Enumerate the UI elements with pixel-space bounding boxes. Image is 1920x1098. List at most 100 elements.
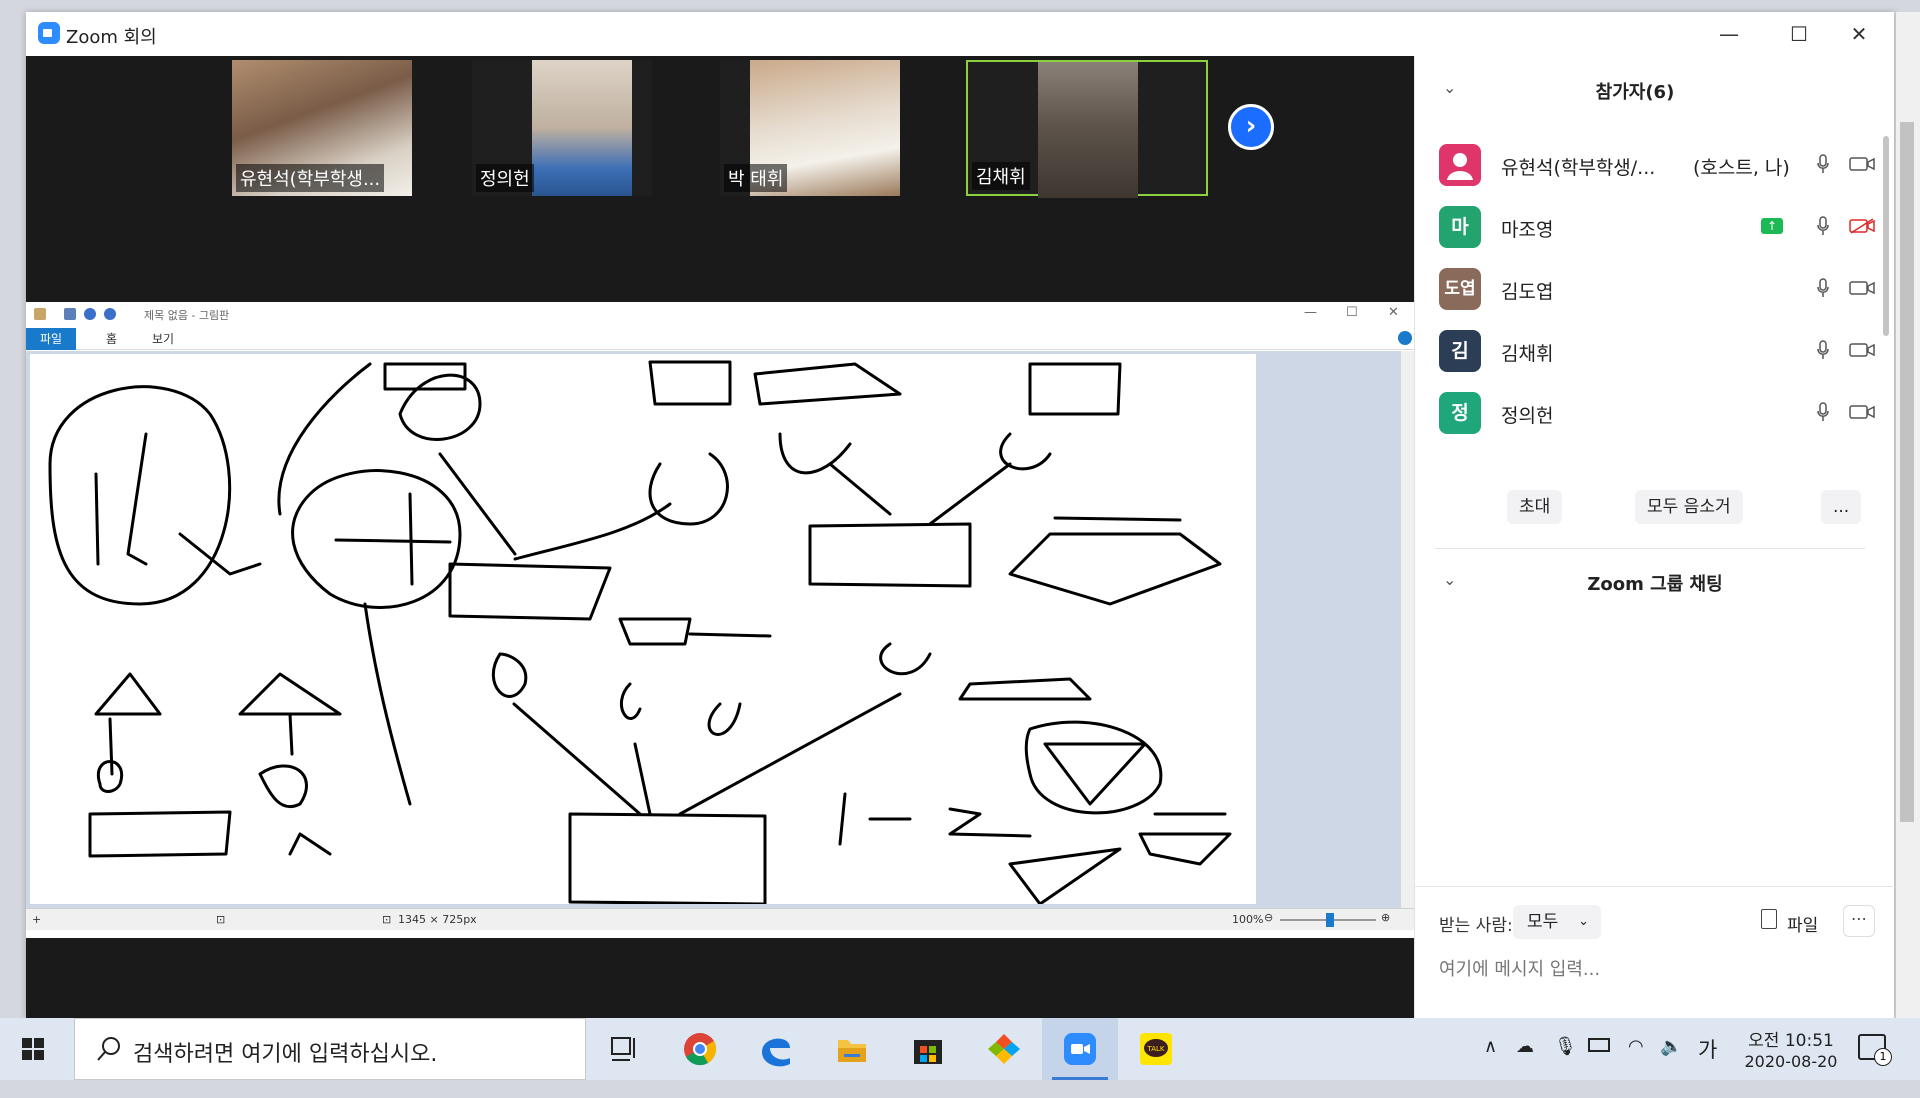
video-off-icon[interactable] bbox=[1849, 218, 1875, 234]
sketch-stroke bbox=[1043, 742, 1147, 806]
taskbar-store[interactable] bbox=[890, 1018, 966, 1080]
window-scrollbar[interactable] bbox=[1896, 12, 1920, 1018]
participant-name: 김도엽 bbox=[1501, 281, 1554, 303]
zoom-slider-thumb[interactable] bbox=[1326, 913, 1334, 927]
participants-scrollbar[interactable] bbox=[1881, 126, 1891, 396]
video-camera-icon[interactable] bbox=[1849, 280, 1875, 296]
paint-canvas[interactable] bbox=[30, 354, 1256, 904]
ime-indicator[interactable]: 가 bbox=[1698, 1034, 1717, 1096]
paint-tab-home[interactable]: 홈 bbox=[92, 328, 131, 350]
taskbar-search-box[interactable]: 검색하려면 여기에 입력하십시오. bbox=[74, 1018, 586, 1080]
participant-role: (호스트, 나) bbox=[1693, 157, 1790, 179]
zoom-logo-icon bbox=[38, 22, 60, 44]
paint-vertical-scrollbar[interactable] bbox=[1401, 351, 1414, 908]
video-tile[interactable]: 정의헌 bbox=[472, 60, 652, 196]
paint-tab-file[interactable]: 파일 bbox=[26, 328, 77, 350]
task-view-icon bbox=[611, 1037, 635, 1061]
show-hidden-icons[interactable]: ∧ bbox=[1484, 1036, 1497, 1098]
invite-button[interactable]: 초대 bbox=[1507, 490, 1563, 524]
clock-date[interactable]: 2020-08-20 bbox=[1736, 1052, 1846, 1071]
video-tile-active-speaker[interactable]: 김채휘 bbox=[966, 60, 1208, 198]
avatar: 마 bbox=[1439, 206, 1481, 248]
microphone-tray-icon[interactable]: 🎙 bbox=[1554, 1036, 1577, 1098]
chat-header: Zoom 그룹 채팅 bbox=[1587, 574, 1723, 595]
minimize-button[interactable]: — bbox=[1694, 12, 1764, 56]
taskbar-edge[interactable] bbox=[738, 1018, 814, 1080]
sketch-stroke bbox=[828, 462, 892, 516]
notification-center-icon[interactable]: 1 bbox=[1858, 1034, 1892, 1066]
scrollbar-thumb[interactable] bbox=[1883, 136, 1889, 336]
taskbar-kakaotalk[interactable]: TALK bbox=[1118, 1018, 1194, 1080]
zoom-out-icon[interactable]: ⊖ bbox=[1264, 911, 1273, 924]
divider bbox=[1435, 548, 1865, 549]
file-button-label[interactable]: 파일 bbox=[1787, 911, 1818, 936]
microphone-icon[interactable] bbox=[1817, 402, 1829, 422]
wifi-icon[interactable]: ◠ bbox=[1628, 1036, 1644, 1098]
sketch-stroke bbox=[512, 702, 642, 816]
video-camera-icon[interactable] bbox=[1849, 156, 1875, 172]
microphone-icon[interactable] bbox=[1817, 278, 1829, 298]
chat-more-button[interactable]: ⋯ bbox=[1843, 905, 1875, 937]
video-camera-icon[interactable] bbox=[1849, 342, 1875, 358]
participant-name: 정의헌 bbox=[1501, 405, 1554, 427]
save-icon[interactable] bbox=[64, 308, 76, 320]
microphone-icon[interactable] bbox=[1817, 154, 1829, 174]
sketch-stroke bbox=[958, 677, 1092, 701]
participant-row[interactable]: 유현석(학부학생/... (호스트, 나) bbox=[1439, 140, 1875, 190]
clock-time[interactable]: 오전 10:51 bbox=[1736, 1026, 1846, 1051]
participant-row[interactable]: 정 정의헌 bbox=[1439, 388, 1875, 438]
microphone-icon[interactable] bbox=[1817, 340, 1829, 360]
more-options-button[interactable]: ... bbox=[1821, 490, 1862, 524]
sketch-stroke bbox=[648, 360, 732, 406]
svg-text:TALK: TALK bbox=[1146, 1045, 1164, 1053]
chat-message-input[interactable] bbox=[1439, 949, 1859, 989]
sketch-stroke bbox=[96, 717, 124, 793]
participant-row[interactable]: 마 마조영 ↑ bbox=[1439, 202, 1875, 252]
search-icon bbox=[97, 1037, 120, 1061]
redo-icon[interactable] bbox=[104, 308, 116, 320]
window-title: Zoom 회의 bbox=[66, 27, 157, 48]
battery-icon[interactable] bbox=[1588, 1038, 1610, 1052]
zoom-in-icon[interactable]: ⊕ bbox=[1381, 911, 1390, 924]
notification-count: 1 bbox=[1874, 1048, 1892, 1066]
paint-close-icon[interactable]: ✕ bbox=[1388, 305, 1399, 320]
next-page-button[interactable]: › bbox=[1228, 104, 1274, 150]
video-tile[interactable]: 유현석(학부학생... bbox=[232, 60, 412, 196]
paint-help-icon[interactable] bbox=[1398, 331, 1412, 345]
sketch-stroke bbox=[753, 362, 902, 406]
sketch-stroke bbox=[448, 562, 612, 621]
chevron-down-icon: ⌄ bbox=[1578, 914, 1589, 929]
shared-screen: 제목 없음 - 그림판 — ☐ ✕ 파일 홈 보기 + ⊡ ⊡ 1345 × 7… bbox=[26, 302, 1414, 938]
mute-all-button[interactable]: 모두 음소거 bbox=[1635, 490, 1743, 524]
chat-compose-area: 받는 사람: 모두 ⌄ 파일 ⋯ bbox=[1415, 886, 1895, 1018]
paint-maximize-icon[interactable]: ☐ bbox=[1346, 305, 1358, 320]
volume-icon[interactable]: 🔈 bbox=[1660, 1036, 1682, 1098]
windows-logo-icon bbox=[22, 1038, 44, 1060]
start-button[interactable] bbox=[0, 1018, 68, 1080]
taskbar-app[interactable] bbox=[966, 1018, 1042, 1080]
edge-icon bbox=[762, 1038, 790, 1067]
sketch-stroke bbox=[288, 712, 294, 756]
participant-row[interactable]: 김 김채휘 bbox=[1439, 326, 1875, 376]
paint-ribbon-tabs: 파일 홈 보기 bbox=[26, 328, 1414, 350]
folder-icon bbox=[838, 1040, 866, 1062]
taskbar-zoom[interactable] bbox=[1042, 1018, 1118, 1080]
avatar: 도엽 bbox=[1439, 268, 1481, 310]
close-button[interactable]: ✕ bbox=[1824, 12, 1894, 56]
participant-row[interactable]: 도엽 김도엽 bbox=[1439, 264, 1875, 314]
canvas-size-label: 1345 × 725px bbox=[398, 913, 477, 926]
scrollbar-thumb[interactable] bbox=[1900, 122, 1914, 822]
recipient-dropdown[interactable]: 모두 ⌄ bbox=[1513, 905, 1601, 939]
undo-icon[interactable] bbox=[84, 308, 96, 320]
video-tile[interactable]: 박 태휘 bbox=[720, 60, 900, 196]
microphone-icon[interactable] bbox=[1817, 216, 1829, 236]
file-icon[interactable] bbox=[1761, 909, 1777, 929]
taskbar-file-explorer[interactable] bbox=[814, 1018, 890, 1080]
taskbar-chrome[interactable] bbox=[662, 1018, 738, 1080]
paint-minimize-icon[interactable]: — bbox=[1304, 305, 1317, 320]
paint-tab-view[interactable]: 보기 bbox=[138, 328, 188, 350]
onedrive-icon[interactable]: ☁ bbox=[1516, 1036, 1534, 1098]
sketch-stroke bbox=[334, 492, 452, 586]
task-view-button[interactable] bbox=[586, 1018, 662, 1080]
video-camera-icon[interactable] bbox=[1849, 404, 1875, 420]
